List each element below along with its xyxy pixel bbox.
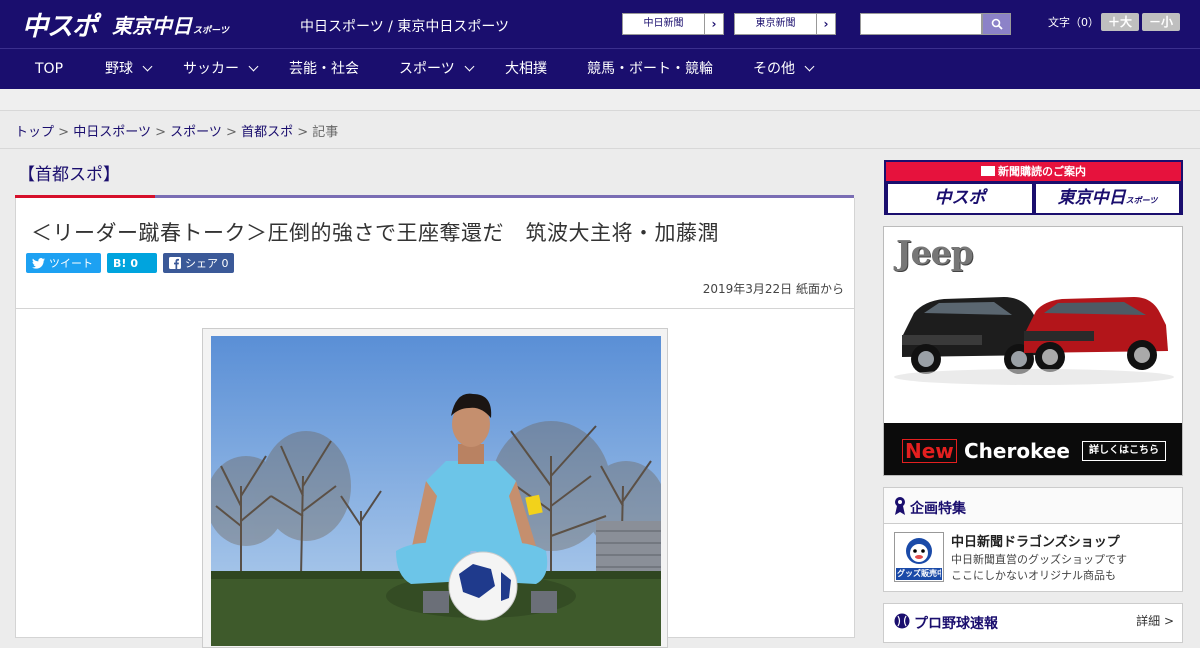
hatena-icon: B! bbox=[113, 256, 127, 270]
article: ＜リーダー蹴春トーク＞圧倒的強さで王座奪還だ 筑波大主将・加藤潤 ツイート B!… bbox=[15, 198, 855, 648]
player-photo-illustration bbox=[211, 336, 661, 646]
search-button[interactable] bbox=[982, 13, 1011, 35]
chevron-down-icon bbox=[464, 61, 475, 72]
baseball-icon bbox=[894, 613, 910, 629]
ad-cta-button[interactable]: 詳しくはこちら bbox=[1082, 441, 1166, 461]
nav-item-other[interactable]: その他 bbox=[753, 49, 815, 90]
chuspo-logo[interactable]: 中スポ bbox=[22, 6, 98, 43]
font-bigger-button[interactable]: ＋大 bbox=[1101, 13, 1139, 31]
breadcrumb: トップ > 中日スポーツ > スポーツ > 首都スポ > 記事 bbox=[15, 121, 338, 140]
category-title: 【首都スポ】 bbox=[18, 165, 120, 185]
subnav-strip bbox=[0, 89, 1200, 111]
site-name[interactable]: 中日スポーツ / 東京中日スポーツ bbox=[300, 16, 509, 36]
hatena-count: 0 bbox=[130, 256, 139, 270]
subscription-banner[interactable]: 新聞購読のご案内 中スポ 東京中日スポーツ bbox=[884, 160, 1183, 215]
facebook-icon bbox=[169, 257, 181, 269]
subscription-title: 新聞購読のご案内 bbox=[886, 162, 1181, 181]
article-photo[interactable] bbox=[211, 336, 661, 646]
nav-item-soccer[interactable]: サッカー bbox=[183, 49, 259, 90]
feature-section: 企画特集 グッズ販売中 中日新聞ドラゴンズショップ 中日新聞直営のグッズショップ… bbox=[883, 487, 1183, 592]
article-headline: ＜リーダー蹴春トーク＞圧倒的強さで王座奪還だ 筑波大主将・加藤潤 bbox=[31, 221, 719, 245]
facebook-share-count: 0 bbox=[221, 256, 229, 270]
dragons-shop-thumbnail[interactable]: グッズ販売中 bbox=[894, 532, 944, 582]
breadcrumb-top[interactable]: トップ bbox=[15, 125, 54, 140]
ext-link-label: 東京新聞 bbox=[735, 14, 817, 34]
breadcrumb-separator: > bbox=[226, 125, 237, 140]
facebook-share-label: シェア bbox=[185, 257, 218, 270]
breadcrumb-current: 記事 bbox=[312, 125, 339, 140]
nav-label: サッカー bbox=[183, 61, 239, 77]
chevron-right-icon: › bbox=[711, 17, 717, 31]
ext-link-label: 中日新聞 bbox=[623, 14, 705, 34]
article-photo-frame bbox=[202, 328, 668, 648]
npb-scores-section: プロ野球速報 詳細 > bbox=[883, 603, 1183, 643]
search-input[interactable] bbox=[860, 13, 982, 35]
breadcrumb-shuto-supo[interactable]: 首都スポ bbox=[241, 125, 293, 140]
breadcrumb-separator: > bbox=[155, 125, 166, 140]
npb-more-link[interactable]: 詳細 > bbox=[1136, 612, 1174, 629]
breadcrumb-separator: > bbox=[297, 125, 309, 140]
feature-desc-line: 中日新聞直営のグッズショップです bbox=[951, 553, 1127, 566]
nav-label: 大相撲 bbox=[505, 61, 547, 77]
divider bbox=[16, 308, 854, 309]
site-header: 中スポ 東京中日スポーツ 中日スポーツ / 東京中日スポーツ 中日新聞 › 東京… bbox=[0, 0, 1200, 48]
tokyo-chunichi-logo[interactable]: 東京中日スポーツ bbox=[112, 10, 229, 39]
feature-title: 企画特集 bbox=[910, 501, 966, 517]
nav-item-sports[interactable]: スポーツ bbox=[399, 49, 475, 90]
chunichi-shimbun-link[interactable]: 中日新聞 › bbox=[622, 13, 724, 35]
nav-item-baseball[interactable]: 野球 bbox=[105, 49, 153, 90]
advertisement[interactable]: Jeep New Cherokee 詳しくはこちら bbox=[883, 226, 1183, 476]
tokyo-logo-small: スポーツ bbox=[193, 26, 229, 36]
ad-footer: New Cherokee 詳しくはこちら bbox=[884, 423, 1182, 475]
ad-car-image bbox=[894, 297, 1174, 385]
feature-desc-line: ここにしかないオリジナル商品も bbox=[951, 569, 1116, 582]
ribbon-icon bbox=[895, 497, 905, 515]
thumb-label: グッズ販売中 bbox=[897, 569, 941, 578]
feature-item-title[interactable]: 中日新聞ドラゴンズショップ bbox=[951, 531, 1120, 550]
nav-label: TOP bbox=[35, 61, 64, 77]
tweet-button[interactable]: ツイート bbox=[26, 253, 101, 273]
nav-label: 芸能・社会 bbox=[289, 61, 359, 77]
subscribe-tokyo-small: スポーツ bbox=[1125, 196, 1158, 205]
tokyo-logo-text: 東京中日 bbox=[112, 14, 192, 38]
feature-item-description: 中日新聞直営のグッズショップです ここにしかないオリジナル商品も bbox=[951, 552, 1176, 584]
nav-item-sumo[interactable]: 大相撲 bbox=[505, 49, 547, 90]
font-smaller-button[interactable]: －小 bbox=[1142, 13, 1180, 31]
divider bbox=[0, 148, 1200, 149]
facebook-share-button[interactable]: シェア 0 bbox=[163, 253, 234, 273]
tweet-label: ツイート bbox=[49, 257, 93, 270]
subscribe-chuspo-logo[interactable]: 中スポ bbox=[888, 184, 1032, 213]
nav-label: スポーツ bbox=[399, 61, 455, 77]
tokyo-shimbun-link[interactable]: 東京新聞 › bbox=[734, 13, 836, 35]
newspaper-icon bbox=[981, 166, 995, 176]
npb-scores-title: プロ野球速報 bbox=[914, 616, 998, 632]
breadcrumb-sports[interactable]: スポーツ bbox=[170, 125, 222, 140]
subscribe-tokyo-text: 東京中日 bbox=[1057, 188, 1126, 208]
publish-date: 2019年3月22日 紙面から bbox=[702, 282, 844, 296]
nav-item-top[interactable]: TOP bbox=[35, 49, 63, 90]
chevron-right-icon: › bbox=[823, 17, 829, 31]
hatena-bookmark-button[interactable]: B! 0 bbox=[107, 253, 157, 273]
main-nav: TOP 野球 サッカー 芸能・社会 スポーツ 大相撲 競馬・ボート・競輪 その他 bbox=[0, 48, 1200, 89]
ad-new-label: New bbox=[902, 439, 957, 463]
twitter-icon bbox=[32, 257, 45, 269]
nav-item-entertainment[interactable]: 芸能・社会 bbox=[289, 49, 359, 90]
breadcrumb-chuspo[interactable]: 中日スポーツ bbox=[73, 125, 151, 140]
nav-label: 競馬・ボート・競輪 bbox=[587, 61, 713, 77]
chevron-down-icon bbox=[248, 61, 259, 72]
search-icon bbox=[991, 18, 1003, 30]
breadcrumb-separator: > bbox=[58, 125, 70, 140]
ad-model-name: Cherokee bbox=[964, 439, 1070, 463]
font-size-label: 文字（0） bbox=[1048, 16, 1099, 29]
nav-item-racing[interactable]: 競馬・ボート・競輪 bbox=[587, 49, 713, 90]
nav-label: その他 bbox=[753, 61, 795, 77]
subscription-title-text: 新聞購読のご案内 bbox=[998, 165, 1086, 178]
nav-label: 野球 bbox=[105, 61, 133, 77]
chevron-down-icon bbox=[142, 61, 153, 72]
feature-header: 企画特集 bbox=[884, 488, 1182, 524]
subscribe-tokyo-chunichi-logo[interactable]: 東京中日スポーツ bbox=[1036, 184, 1179, 213]
chevron-down-icon bbox=[804, 61, 815, 72]
